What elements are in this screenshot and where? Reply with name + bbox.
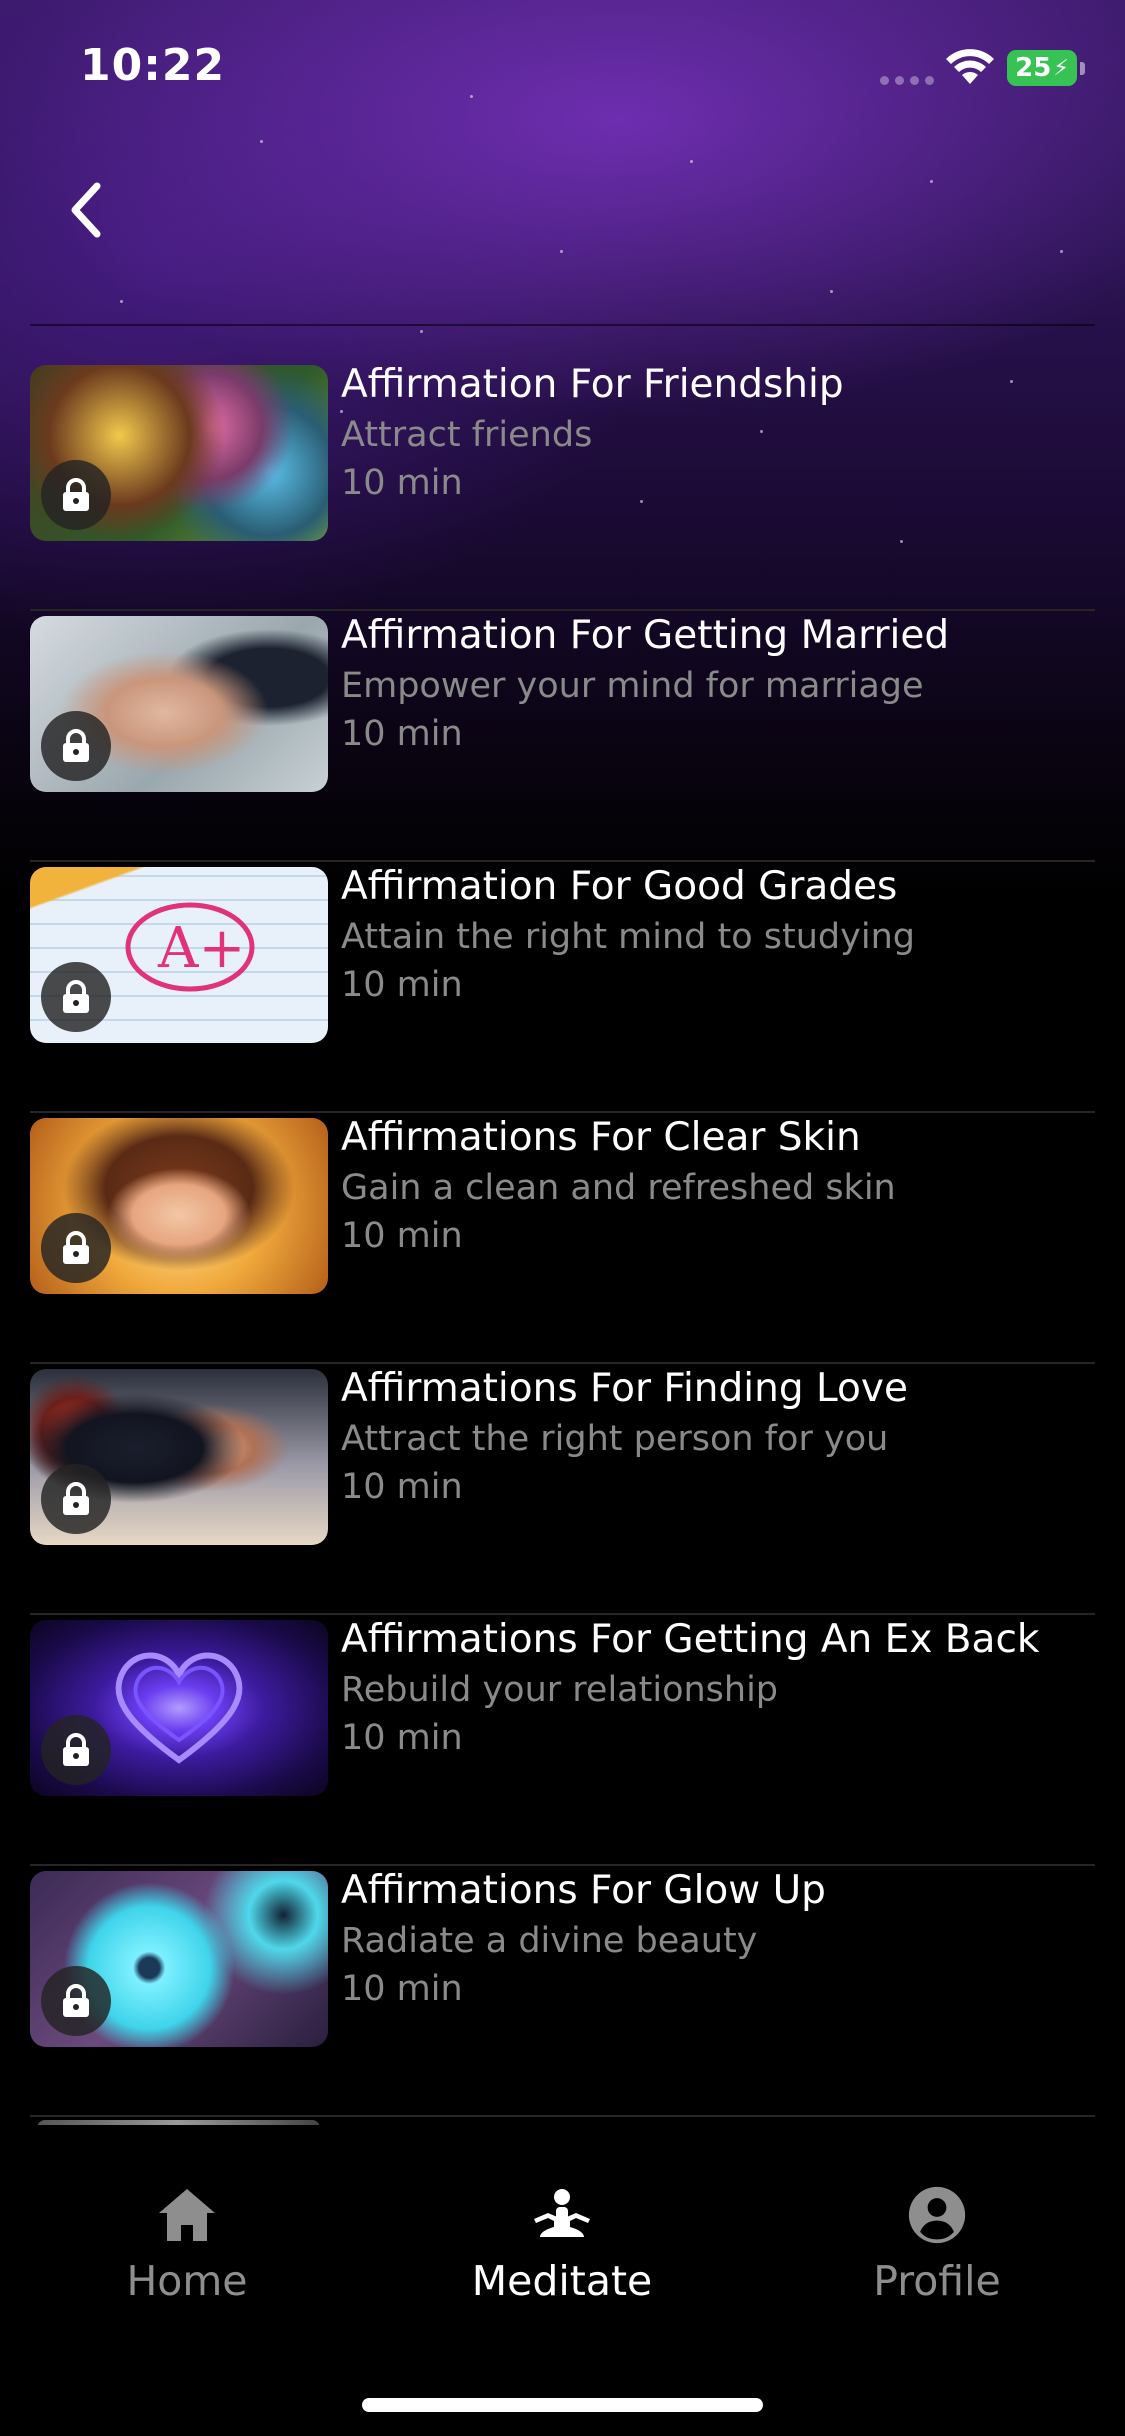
- tab-meditate[interactable]: Meditate: [412, 2185, 712, 2325]
- item-duration: 10 min: [341, 463, 463, 503]
- home-indicator: [362, 2398, 763, 2412]
- item-duration: 10 min: [341, 714, 463, 754]
- item-subtitle: Attain the right mind to studying: [341, 917, 915, 957]
- list-item[interactable]: Affirmations For Glow Up Radiate a divin…: [30, 1866, 1095, 2117]
- back-button[interactable]: [55, 170, 115, 250]
- list-item[interactable]: Affirmation For Getting Married Empower …: [30, 611, 1095, 862]
- thumbnail-married: [30, 616, 328, 792]
- battery-level: 25: [1015, 53, 1052, 83]
- item-subtitle: Radiate a divine beauty: [341, 1921, 758, 1961]
- item-subtitle: Gain a clean and refreshed skin: [341, 1168, 896, 1208]
- grade-mark: A+: [125, 902, 255, 992]
- item-title: Affirmation For Friendship: [341, 362, 844, 407]
- meditate-icon: [534, 2189, 590, 2237]
- svg-text:A+: A+: [157, 916, 245, 981]
- thumbnail-glow-up: [30, 1871, 328, 2047]
- item-subtitle: Attract friends: [341, 415, 593, 455]
- lock-icon: [41, 1966, 111, 2036]
- list-item[interactable]: Affirmations For Clear Skin Gain a clean…: [30, 1113, 1095, 1364]
- heart-graphic: [115, 1652, 243, 1764]
- item-divider: [30, 2115, 1095, 2117]
- item-title: Affirmations For Glow Up: [341, 1868, 826, 1913]
- status-bar: 10:22 25 ⚡: [0, 0, 1125, 140]
- list-item[interactable]: A+ Affirmation For Good Grades Attain th…: [30, 862, 1095, 1113]
- thumbnail-finding-love: [30, 1369, 328, 1545]
- tab-label: Home: [126, 2257, 248, 2305]
- item-duration: 10 min: [341, 1969, 463, 2009]
- profile-icon: [908, 2186, 966, 2244]
- item-title: Affirmation For Good Grades: [341, 864, 898, 909]
- list-item[interactable]: Affirmation For Friendship Attract frien…: [30, 360, 1095, 611]
- lock-icon: [41, 460, 111, 530]
- home-icon: [159, 2189, 215, 2241]
- affirmation-list[interactable]: Affirmation For Friendship Attract frien…: [0, 360, 1125, 2125]
- item-title: Affirmations For Getting An Ex Back: [341, 1617, 1040, 1662]
- item-subtitle: Attract the right person for you: [341, 1419, 889, 1459]
- item-title: Affirmation For Getting Married: [341, 613, 950, 658]
- lock-icon: [41, 1464, 111, 1534]
- thumbnail-grades: A+: [30, 867, 328, 1043]
- list-item[interactable]: Affirmations For Finding Love Attract th…: [30, 1364, 1095, 1615]
- item-subtitle: Empower your mind for marriage: [341, 666, 924, 706]
- chevron-left-icon: [71, 182, 101, 238]
- item-duration: 10 min: [341, 1718, 463, 1758]
- battery-icon: 25 ⚡: [1007, 50, 1077, 86]
- lock-icon: [41, 1213, 111, 1283]
- cellular-signal-icon: [880, 76, 934, 85]
- header-divider: [30, 324, 1095, 326]
- tab-label: Meditate: [471, 2257, 653, 2305]
- tab-home[interactable]: Home: [37, 2185, 337, 2325]
- lock-icon: [41, 711, 111, 781]
- lock-icon: [41, 962, 111, 1032]
- battery-cap: [1080, 62, 1085, 75]
- thumbnail-clear-skin: [30, 1118, 328, 1294]
- lock-icon: [41, 1715, 111, 1785]
- item-title: Affirmations For Clear Skin: [341, 1115, 861, 1160]
- tab-label: Profile: [873, 2257, 1001, 2305]
- item-duration: 10 min: [341, 1216, 463, 1256]
- list-item[interactable]: Affirmations For Getting An Ex Back Rebu…: [30, 1615, 1095, 1866]
- item-subtitle: Rebuild your relationship: [341, 1670, 779, 1710]
- wifi-icon: [945, 48, 995, 90]
- tab-profile[interactable]: Profile: [787, 2185, 1087, 2325]
- item-title: Affirmations For Finding Love: [341, 1366, 908, 1411]
- status-time: 10:22: [80, 40, 226, 91]
- thumbnail-ex-back: [30, 1620, 328, 1796]
- thumbnail-friends: [30, 365, 328, 541]
- item-duration: 10 min: [341, 965, 463, 1005]
- item-duration: 10 min: [341, 1467, 463, 1507]
- tab-bar: Home Meditate Profile: [0, 2125, 1125, 2436]
